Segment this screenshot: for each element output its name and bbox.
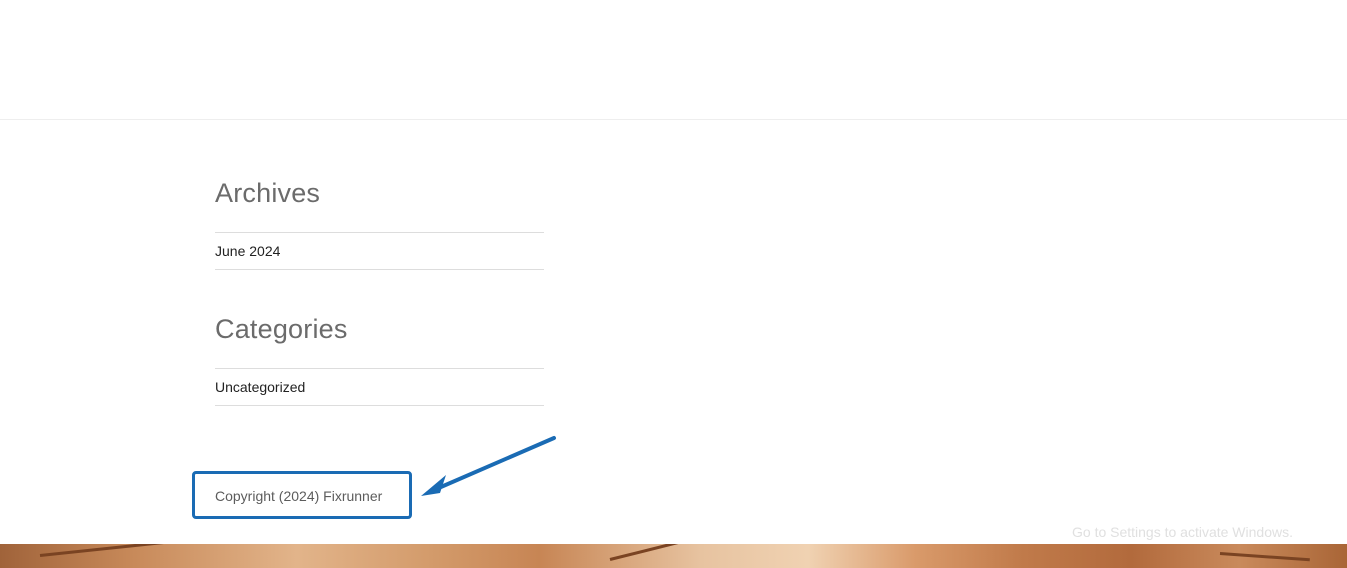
windows-activation-watermark: Go to Settings to activate Windows. bbox=[1072, 524, 1293, 540]
page: Archives June 2024 Categories Uncategori… bbox=[0, 0, 1347, 568]
list-item: Uncategorized bbox=[215, 369, 544, 406]
footer-copyright: Copyright (2024) Fixrunner bbox=[215, 488, 383, 504]
site-header bbox=[0, 0, 1347, 120]
categories-widget-title: Categories bbox=[215, 314, 348, 344]
wood-grain bbox=[609, 544, 688, 561]
category-link-uncategorized[interactable]: Uncategorized bbox=[215, 379, 305, 395]
categories-list: Uncategorized bbox=[215, 368, 544, 406]
archives-widget-title: Archives bbox=[215, 178, 321, 208]
list-item: June 2024 bbox=[215, 233, 544, 270]
wood-grain bbox=[39, 544, 200, 557]
archive-link-june-2024[interactable]: June 2024 bbox=[215, 243, 280, 259]
annotation-arrow-icon bbox=[421, 436, 556, 496]
wood-grain bbox=[1219, 552, 1310, 562]
footer-background-image bbox=[0, 544, 1347, 568]
archives-list: June 2024 bbox=[215, 232, 544, 270]
